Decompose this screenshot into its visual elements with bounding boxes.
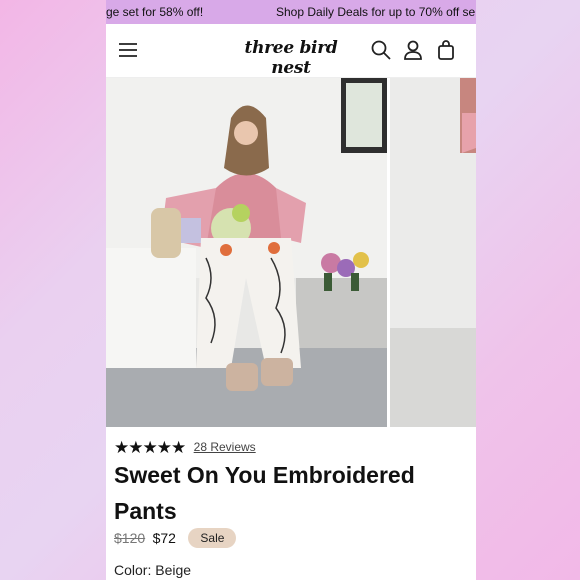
promo-text-left: ge set for 58% off! [106, 5, 204, 19]
sale-badge: Sale [188, 528, 237, 548]
menu-icon[interactable] [116, 38, 140, 62]
price-row: $120 $72 Sale [114, 528, 237, 552]
sale-price: $72 [152, 530, 176, 546]
color-label: Color: Beige [114, 562, 192, 578]
site-header: three bird nest [106, 24, 476, 78]
product-image-main[interactable] [106, 78, 387, 427]
original-price: $120 [114, 530, 146, 546]
product-image-gallery[interactable] [106, 78, 476, 427]
cart-icon[interactable] [434, 38, 458, 62]
account-icon[interactable] [401, 38, 425, 62]
product-rating: ★★★★★ 28 Reviews [114, 438, 256, 457]
search-icon[interactable] [369, 38, 393, 62]
reviews-link[interactable]: 28 Reviews [194, 440, 256, 454]
product-image-next[interactable] [390, 78, 476, 427]
site-logo[interactable]: three bird nest [226, 38, 356, 78]
rating-stars-icon: ★★★★★ [114, 438, 186, 457]
product-page: three bird nest ★★★★★ 28 Reviews Sweet O… [106, 24, 476, 580]
promo-banner[interactable]: ge set for 58% off! Shop Daily Deals for… [106, 0, 476, 24]
promo-text-right: Shop Daily Deals for up to 70% off selec… [276, 5, 476, 19]
product-title: Sweet On You Embroidered Pants [114, 462, 415, 524]
